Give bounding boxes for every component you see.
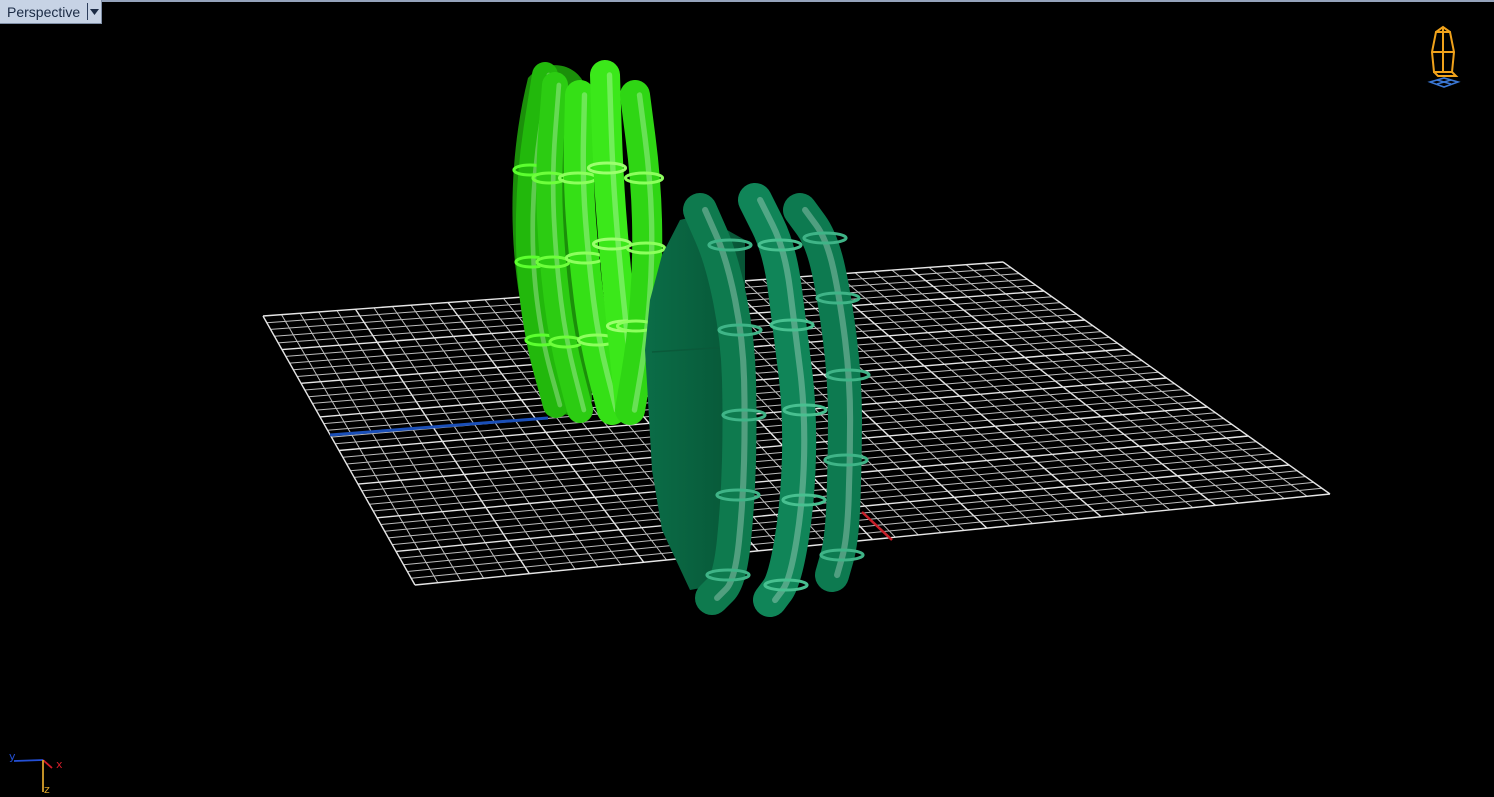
viewport-title-tab[interactable]: Perspective xyxy=(0,0,103,24)
axis-indicator: y x z xyxy=(6,748,76,796)
viewport-top-border xyxy=(0,0,1494,2)
chevron-down-icon[interactable] xyxy=(87,3,100,20)
perspective-viewport[interactable]: Perspective y x z xyxy=(0,0,1494,797)
bangle-green-selected xyxy=(512,60,667,425)
grid-line xyxy=(414,493,1331,586)
scene-canvas[interactable] xyxy=(0,0,1494,797)
camera-view-icon[interactable] xyxy=(1422,24,1466,94)
axis-label-x: x xyxy=(56,758,63,771)
viewport-title[interactable]: Perspective xyxy=(0,0,87,23)
axis-label-z: z xyxy=(44,783,50,796)
axis-label-y: y xyxy=(9,750,16,763)
